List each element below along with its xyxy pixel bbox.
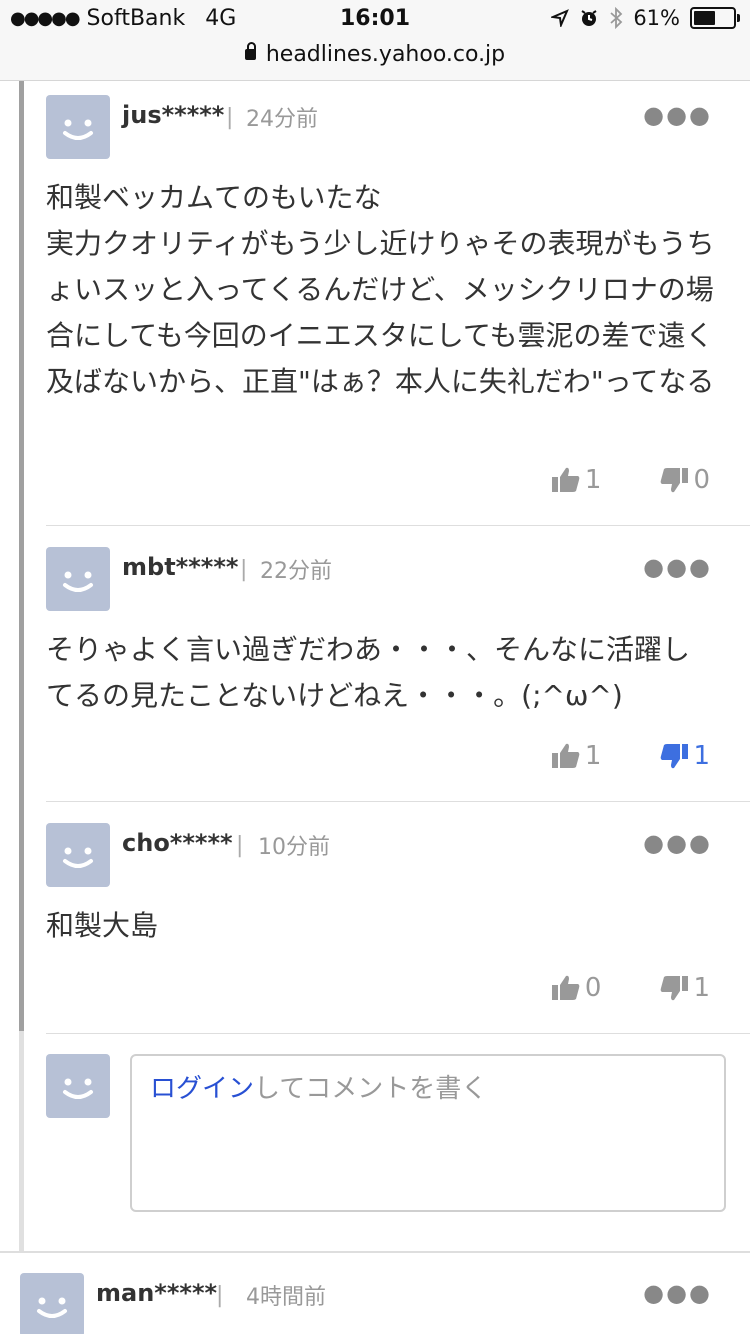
vote-bar: 1 0 bbox=[551, 463, 710, 497]
dislike-button[interactable]: 0 bbox=[659, 465, 710, 495]
comment: jus***** | 24分前 ●●● 和製ベッカムてのもいたな 実力クオリティ… bbox=[46, 95, 750, 515]
avatar-icon[interactable] bbox=[20, 1273, 84, 1334]
battery-icon bbox=[690, 7, 740, 29]
bluetooth-icon bbox=[610, 7, 623, 29]
thumbs-up-icon bbox=[551, 467, 580, 492]
login-link[interactable]: ログイン bbox=[150, 1074, 254, 1104]
thumbs-down-icon bbox=[661, 744, 689, 769]
comment-time: 4時間前 bbox=[246, 1285, 326, 1310]
lock-icon bbox=[244, 42, 256, 60]
thread-line bbox=[19, 81, 24, 1031]
comment-time: 24分前 bbox=[246, 107, 318, 132]
thumbs-down-icon bbox=[661, 976, 689, 1001]
avatar-icon[interactable] bbox=[46, 547, 110, 611]
comment-text: そりゃよく言い過ぎだわあ・・・、そんなに活躍してるの見たことないけどねえ・・・。… bbox=[46, 633, 691, 712]
more-dots-icon[interactable]: ●●● bbox=[643, 553, 712, 581]
separator: | bbox=[226, 105, 234, 130]
thumbs-down-icon bbox=[661, 468, 689, 493]
like-button[interactable]: 1 bbox=[551, 465, 602, 495]
avatar-icon bbox=[46, 1054, 110, 1118]
comment-time: 10分前 bbox=[258, 835, 330, 860]
comment-text: 和製ベッカムてのもいたな 実力クオリティがもう少し近けりゃその表現がもうちょいス… bbox=[46, 181, 715, 398]
divider bbox=[46, 525, 750, 526]
divider bbox=[46, 1033, 750, 1034]
url-text: headlines.yahoo.co.jp bbox=[265, 42, 506, 67]
dislike-count: 1 bbox=[693, 973, 710, 1003]
more-dots-icon[interactable]: ●●● bbox=[643, 101, 712, 129]
comment: cho***** | 10分前 ●●● 和製大島 0 1 bbox=[46, 823, 750, 1023]
address-bar[interactable]: headlines.yahoo.co.jp bbox=[0, 42, 750, 67]
reply-area: ログインしてコメントを書く bbox=[46, 1054, 750, 1224]
thread-line-end bbox=[19, 1031, 24, 1251]
dislike-button[interactable]: 1 bbox=[659, 973, 710, 1003]
like-button[interactable]: 0 bbox=[551, 973, 602, 1003]
more-dots-icon[interactable]: ●●● bbox=[643, 1279, 712, 1307]
dislike-button[interactable]: 1 bbox=[659, 741, 710, 771]
separator: | bbox=[236, 833, 244, 858]
comment: mbt***** | 22分前 ●●● そりゃよく言い過ぎだわあ・・・、そんなに… bbox=[46, 547, 750, 787]
more-dots-icon[interactable]: ●●● bbox=[643, 829, 712, 857]
separator: | bbox=[216, 1283, 224, 1308]
comment-username[interactable]: man***** bbox=[96, 1279, 217, 1307]
dislike-count: 1 bbox=[693, 741, 710, 771]
thread-divider bbox=[0, 1251, 750, 1253]
thumbs-up-icon bbox=[551, 975, 580, 1000]
thumbs-up-icon bbox=[551, 743, 580, 768]
like-button[interactable]: 1 bbox=[551, 741, 602, 771]
avatar-icon[interactable] bbox=[46, 95, 110, 159]
comment-input[interactable]: ログインしてコメントを書く bbox=[130, 1054, 726, 1212]
comment: man***** | 4時間前 ●●● bbox=[20, 1273, 750, 1334]
comment-username[interactable]: cho***** bbox=[122, 829, 233, 857]
like-count: 0 bbox=[584, 973, 602, 1003]
comment-time: 22分前 bbox=[260, 559, 332, 584]
comment-placeholder: してコメントを書く bbox=[254, 1074, 488, 1104]
alarm-clock-icon bbox=[581, 10, 597, 26]
like-count: 1 bbox=[584, 465, 602, 495]
comment-username[interactable]: jus***** bbox=[122, 101, 224, 129]
vote-bar: 1 1 bbox=[551, 739, 710, 773]
comment-text: 和製大島 bbox=[46, 909, 159, 942]
battery-percent: 61% bbox=[633, 6, 680, 30]
battery-level bbox=[694, 11, 715, 25]
divider bbox=[46, 801, 750, 802]
status-icons: 61% bbox=[551, 6, 740, 30]
like-count: 1 bbox=[584, 741, 602, 771]
dislike-count: 0 bbox=[693, 465, 710, 495]
comment-username[interactable]: mbt***** bbox=[122, 553, 238, 581]
location-arrow-icon bbox=[551, 9, 570, 27]
vote-bar: 0 1 bbox=[551, 971, 710, 1005]
avatar-icon[interactable] bbox=[46, 823, 110, 887]
separator: | bbox=[240, 557, 248, 582]
status-bar: ●●●●● SoftBank 4G 16:01 61% headlines.ya… bbox=[0, 0, 750, 81]
